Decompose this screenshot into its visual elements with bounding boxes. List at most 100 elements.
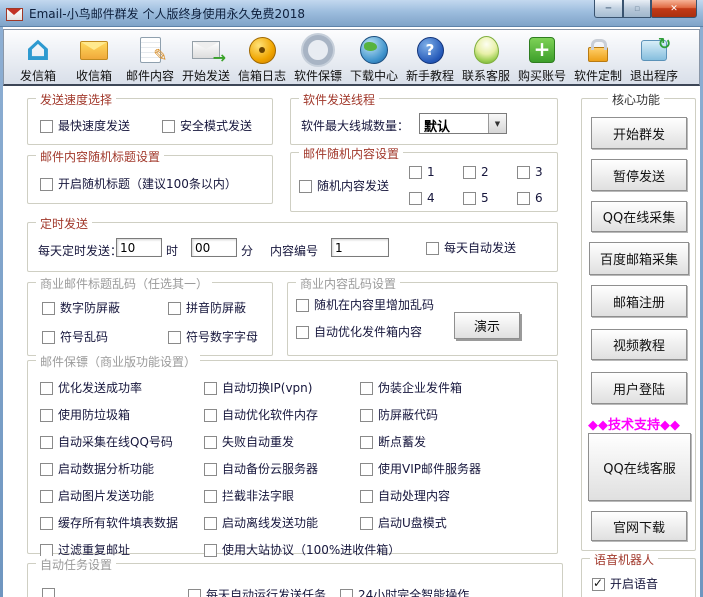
tool-contact-support[interactable]: 联系客服 [458,31,514,84]
hour-input[interactable] [116,238,162,257]
tool-beginner-tutorial[interactable]: 新手教程 [402,31,458,84]
help-icon [416,36,444,64]
checkbox-label: 过滤重复邮址 [58,543,131,557]
official-download-button[interactable]: 官网下载 [591,511,687,541]
exit-icon [641,34,671,61]
checkbox-box [592,576,605,591]
checkbox-random-content-send[interactable]: 随机内容发送 [299,179,389,193]
checkbox-filter-duplicate-address[interactable]: 过滤重复邮址 [40,543,178,557]
checkbox-big-site-protocol[interactable]: 使用大站协议（100%进收件箱） [204,543,400,557]
checkbox-label: 每天自动发送 [444,241,517,255]
user-login-button[interactable]: 用户登陆 [591,372,687,404]
checkbox-antiblock-code[interactable]: 防屏蔽代码 [360,408,481,422]
checkbox-daily-auto-send[interactable]: 每天自动发送 [426,241,516,255]
baidu-email-collect-button[interactable]: 百度邮箱采集 [589,242,689,275]
checkbox-auto-process-content[interactable]: 自动处理内容 [360,489,481,503]
tool-mail-log[interactable]: 信箱日志 [234,31,290,84]
checkbox-random-scramble-in-content[interactable]: 随机在内容里增加乱码 [296,298,434,312]
checkbox-image-send[interactable]: 启动图片发送功能 [40,489,178,503]
checkbox-box [168,301,181,315]
minute-input[interactable] [191,238,237,257]
tool-inbox[interactable]: 收信箱 [66,31,122,84]
video-tutorial-button[interactable]: 视频教程 [591,329,687,360]
tool-exit[interactable]: 退出程序 [626,31,682,84]
tool-label: 信箱日志 [237,69,286,83]
selected-value: 默认 [424,120,451,133]
tool-label: 软件定制 [573,69,622,83]
checkbox-box [360,408,373,422]
checkbox-box [517,191,530,205]
checkbox-box [517,165,530,179]
checkbox-label: 自动优化发件箱内容 [314,325,423,339]
thread-count-select[interactable]: 默认 ▼ [419,113,507,134]
checkbox-24h-smart-operation[interactable]: 24小时完全智能操作 [340,588,469,597]
checkbox-fastest-speed[interactable]: 最快速度发送 [40,119,130,133]
checkbox-vip-mail-server[interactable]: 使用VIP邮件服务器 [360,462,481,476]
checkbox-content-3[interactable]: 3 [517,165,571,179]
checkbox-daily-auto-run[interactable]: 每天自动运行发送任务 [188,588,326,597]
group-random-title: 邮件内容随机标题设置 开启随机标题（建议100条以内） [27,148,273,204]
checkbox-auto-optimize-outbox[interactable]: 自动优化发件箱内容 [296,325,422,339]
hour-unit-label: 时 [166,244,179,258]
checkbox-pinyin-antiblock[interactable]: 拼音防屏蔽 [168,301,246,315]
group-title-scramble: 商业邮件标题乱码（任选其一） 数字防屏蔽 拼音防屏蔽 符号乱码 符号数字字母 [27,275,273,356]
checkbox-enable-random-title[interactable]: 开启随机标题（建议100条以内） [40,177,237,191]
checkbox-content-5[interactable]: 5 [463,191,517,205]
tool-download-center[interactable]: 下载中心 [346,31,402,84]
email-register-button[interactable]: 邮箱注册 [591,285,687,317]
qq-service-button[interactable]: QQ在线客服 [588,433,691,501]
checkbox-label: 开启语音 [610,577,659,591]
checkbox-usb-mode[interactable]: 启动U盘模式 [360,516,481,530]
lock-icon [588,39,608,62]
checkbox-content-2[interactable]: 2 [463,165,517,179]
group-title: 自动任务设置 [36,556,117,573]
checkbox-symbol-scramble[interactable]: 符号乱码 [42,330,108,344]
checkbox-symbol-digit-letter[interactable]: 符号数字字母 [168,330,258,344]
qq-online-collect-button[interactable]: QQ在线采集 [591,201,687,232]
checkbox-digit-antiblock[interactable]: 数字防屏蔽 [42,301,120,315]
close-button[interactable]: ✕ [651,0,697,18]
tool-software-guard[interactable]: 软件保镖 [290,31,346,84]
maximize-button[interactable]: ▫ [623,0,651,18]
checkbox-content-1[interactable]: 1 [409,165,463,179]
checkbox-label: 拼音防屏蔽 [186,301,247,315]
tool-outbox[interactable]: 发信箱 [10,31,66,84]
checkbox-label: 开启随机标题（建议100条以内） [58,177,237,191]
checkbox-safe-mode[interactable]: 安全模式发送 [162,119,252,133]
checkbox-enable-voice[interactable]: 开启语音 [592,576,659,591]
checkbox-label: 自动切换IP(vpn) [222,381,313,395]
checkbox-box [296,298,309,312]
checkbox-cache-form-data[interactable]: 缓存所有软件填表数据 [40,516,178,530]
checkbox-anti-spam-box[interactable]: 使用防垃圾箱 [40,408,178,422]
checkbox-content-6[interactable]: 6 [517,191,571,205]
tool-buy-account[interactable]: 购买账号 [514,31,570,84]
tool-mail-content[interactable]: 邮件内容 [122,31,178,84]
guard-gear-icon [303,35,333,65]
group-title: 邮件保镖（商业版功能设置） [36,353,201,370]
checkbox-box [340,588,353,597]
checkbox-optimize-success-rate[interactable]: 优化发送成功率 [40,381,178,395]
tool-software-custom[interactable]: 软件定制 [570,31,626,84]
tool-start-send[interactable]: 开始发送 [178,31,234,84]
demo-button[interactable]: 演示 [454,312,520,339]
checkbox-label: 缓存所有软件填表数据 [58,516,179,530]
checkbox-breakpoint-resume[interactable]: 断点蓄发 [360,435,481,449]
checkbox-box [204,543,217,557]
minimize-button[interactable]: ─ [594,0,623,18]
pause-send-button[interactable]: 暂停发送 [591,159,687,191]
checkbox-auto-task-1[interactable] [42,588,60,597]
maximize-icon: ▫ [633,3,641,14]
start-mass-send-button[interactable]: 开始群发 [591,117,687,149]
checkbox-box [42,330,55,344]
tool-label: 下载中心 [349,69,398,83]
minimize-icon: ─ [605,3,612,14]
checkbox-label: 24小时完全智能操作 [358,588,470,597]
content-no-input[interactable] [331,238,389,257]
qq-icon [473,36,499,64]
checkbox-data-analysis[interactable]: 启动数据分析功能 [40,462,178,476]
checkbox-collect-online-qq[interactable]: 自动采集在线QQ号码 [40,435,178,449]
checkbox-content-4[interactable]: 4 [409,191,463,205]
chevron-down-icon[interactable]: ▼ [488,114,506,133]
toolbar: 发信箱 收信箱 邮件内容 开始发送 信箱日志 软件保镖 下载中心 新手教程 联系… [3,29,700,86]
checkbox-fake-enterprise-sender[interactable]: 伪装企业发件箱 [360,381,481,395]
